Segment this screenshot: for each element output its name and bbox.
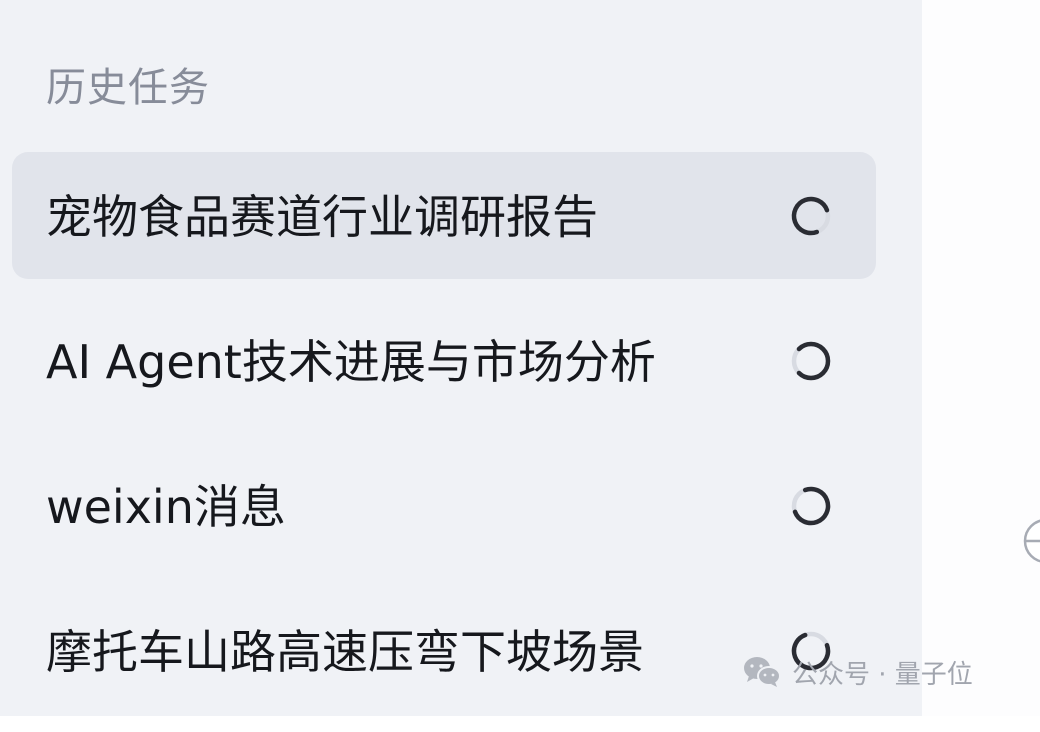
- task-item[interactable]: weixin消息: [12, 442, 876, 569]
- section-title: 历史任务: [46, 65, 210, 111]
- loading-spinner-icon: [790, 340, 832, 382]
- loading-spinner-icon: [790, 485, 832, 527]
- task-list: 宠物食品赛道行业调研报告 AI Agent技术进展与市场分析 weixin消息: [12, 152, 876, 732]
- task-title: weixin消息: [46, 480, 286, 534]
- task-history-sidebar: 历史任务 宠物食品赛道行业调研报告 AI Agent技术进展与市场分析 weix…: [0, 0, 922, 716]
- loading-spinner-icon: [790, 195, 832, 237]
- sidebar-toggle-icon[interactable]: [1022, 516, 1040, 566]
- task-item[interactable]: 宠物食品赛道行业调研报告: [12, 152, 876, 279]
- task-item[interactable]: 摩托车山路高速压弯下坡场景: [12, 587, 876, 714]
- task-title: 宠物食品赛道行业调研报告: [46, 190, 598, 244]
- main-content-area: [922, 0, 1040, 716]
- task-title: 摩托车山路高速压弯下坡场景: [46, 625, 644, 679]
- watermark: 公众号 · 量子位: [742, 652, 973, 692]
- task-title: AI Agent技术进展与市场分析: [46, 335, 656, 389]
- watermark-text: 公众号 · 量子位: [792, 659, 973, 690]
- task-item[interactable]: AI Agent技术进展与市场分析: [12, 297, 876, 424]
- wechat-icon: [742, 654, 782, 690]
